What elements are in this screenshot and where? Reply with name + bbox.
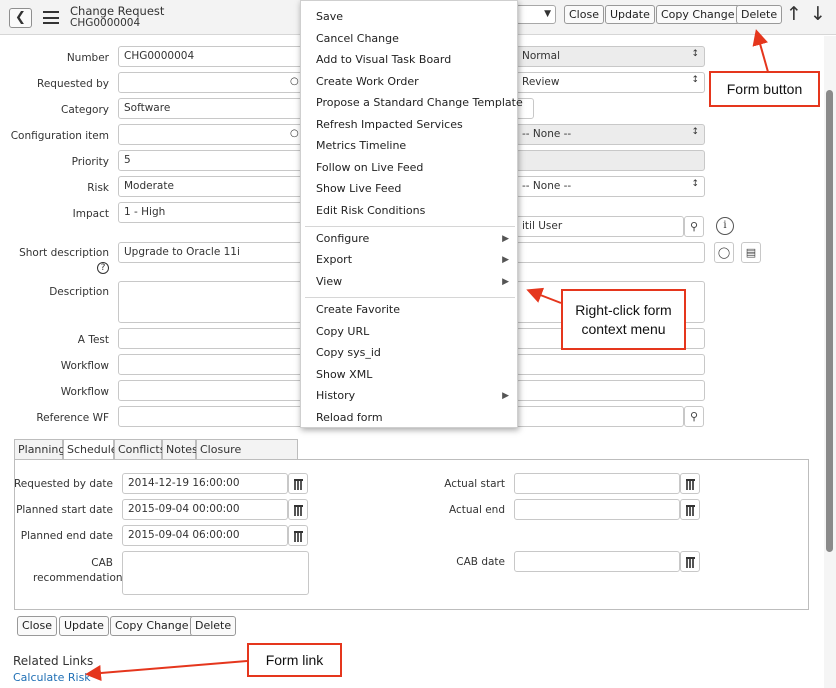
context-menu-arrow [526, 287, 562, 304]
form-link-callout: Form link [247, 643, 342, 677]
form-link-arrow [85, 660, 248, 681]
context-menu-callout: Right-click form context menu [561, 289, 686, 350]
form-button-callout: Form button [709, 71, 820, 107]
form-button-arrow [752, 29, 769, 73]
